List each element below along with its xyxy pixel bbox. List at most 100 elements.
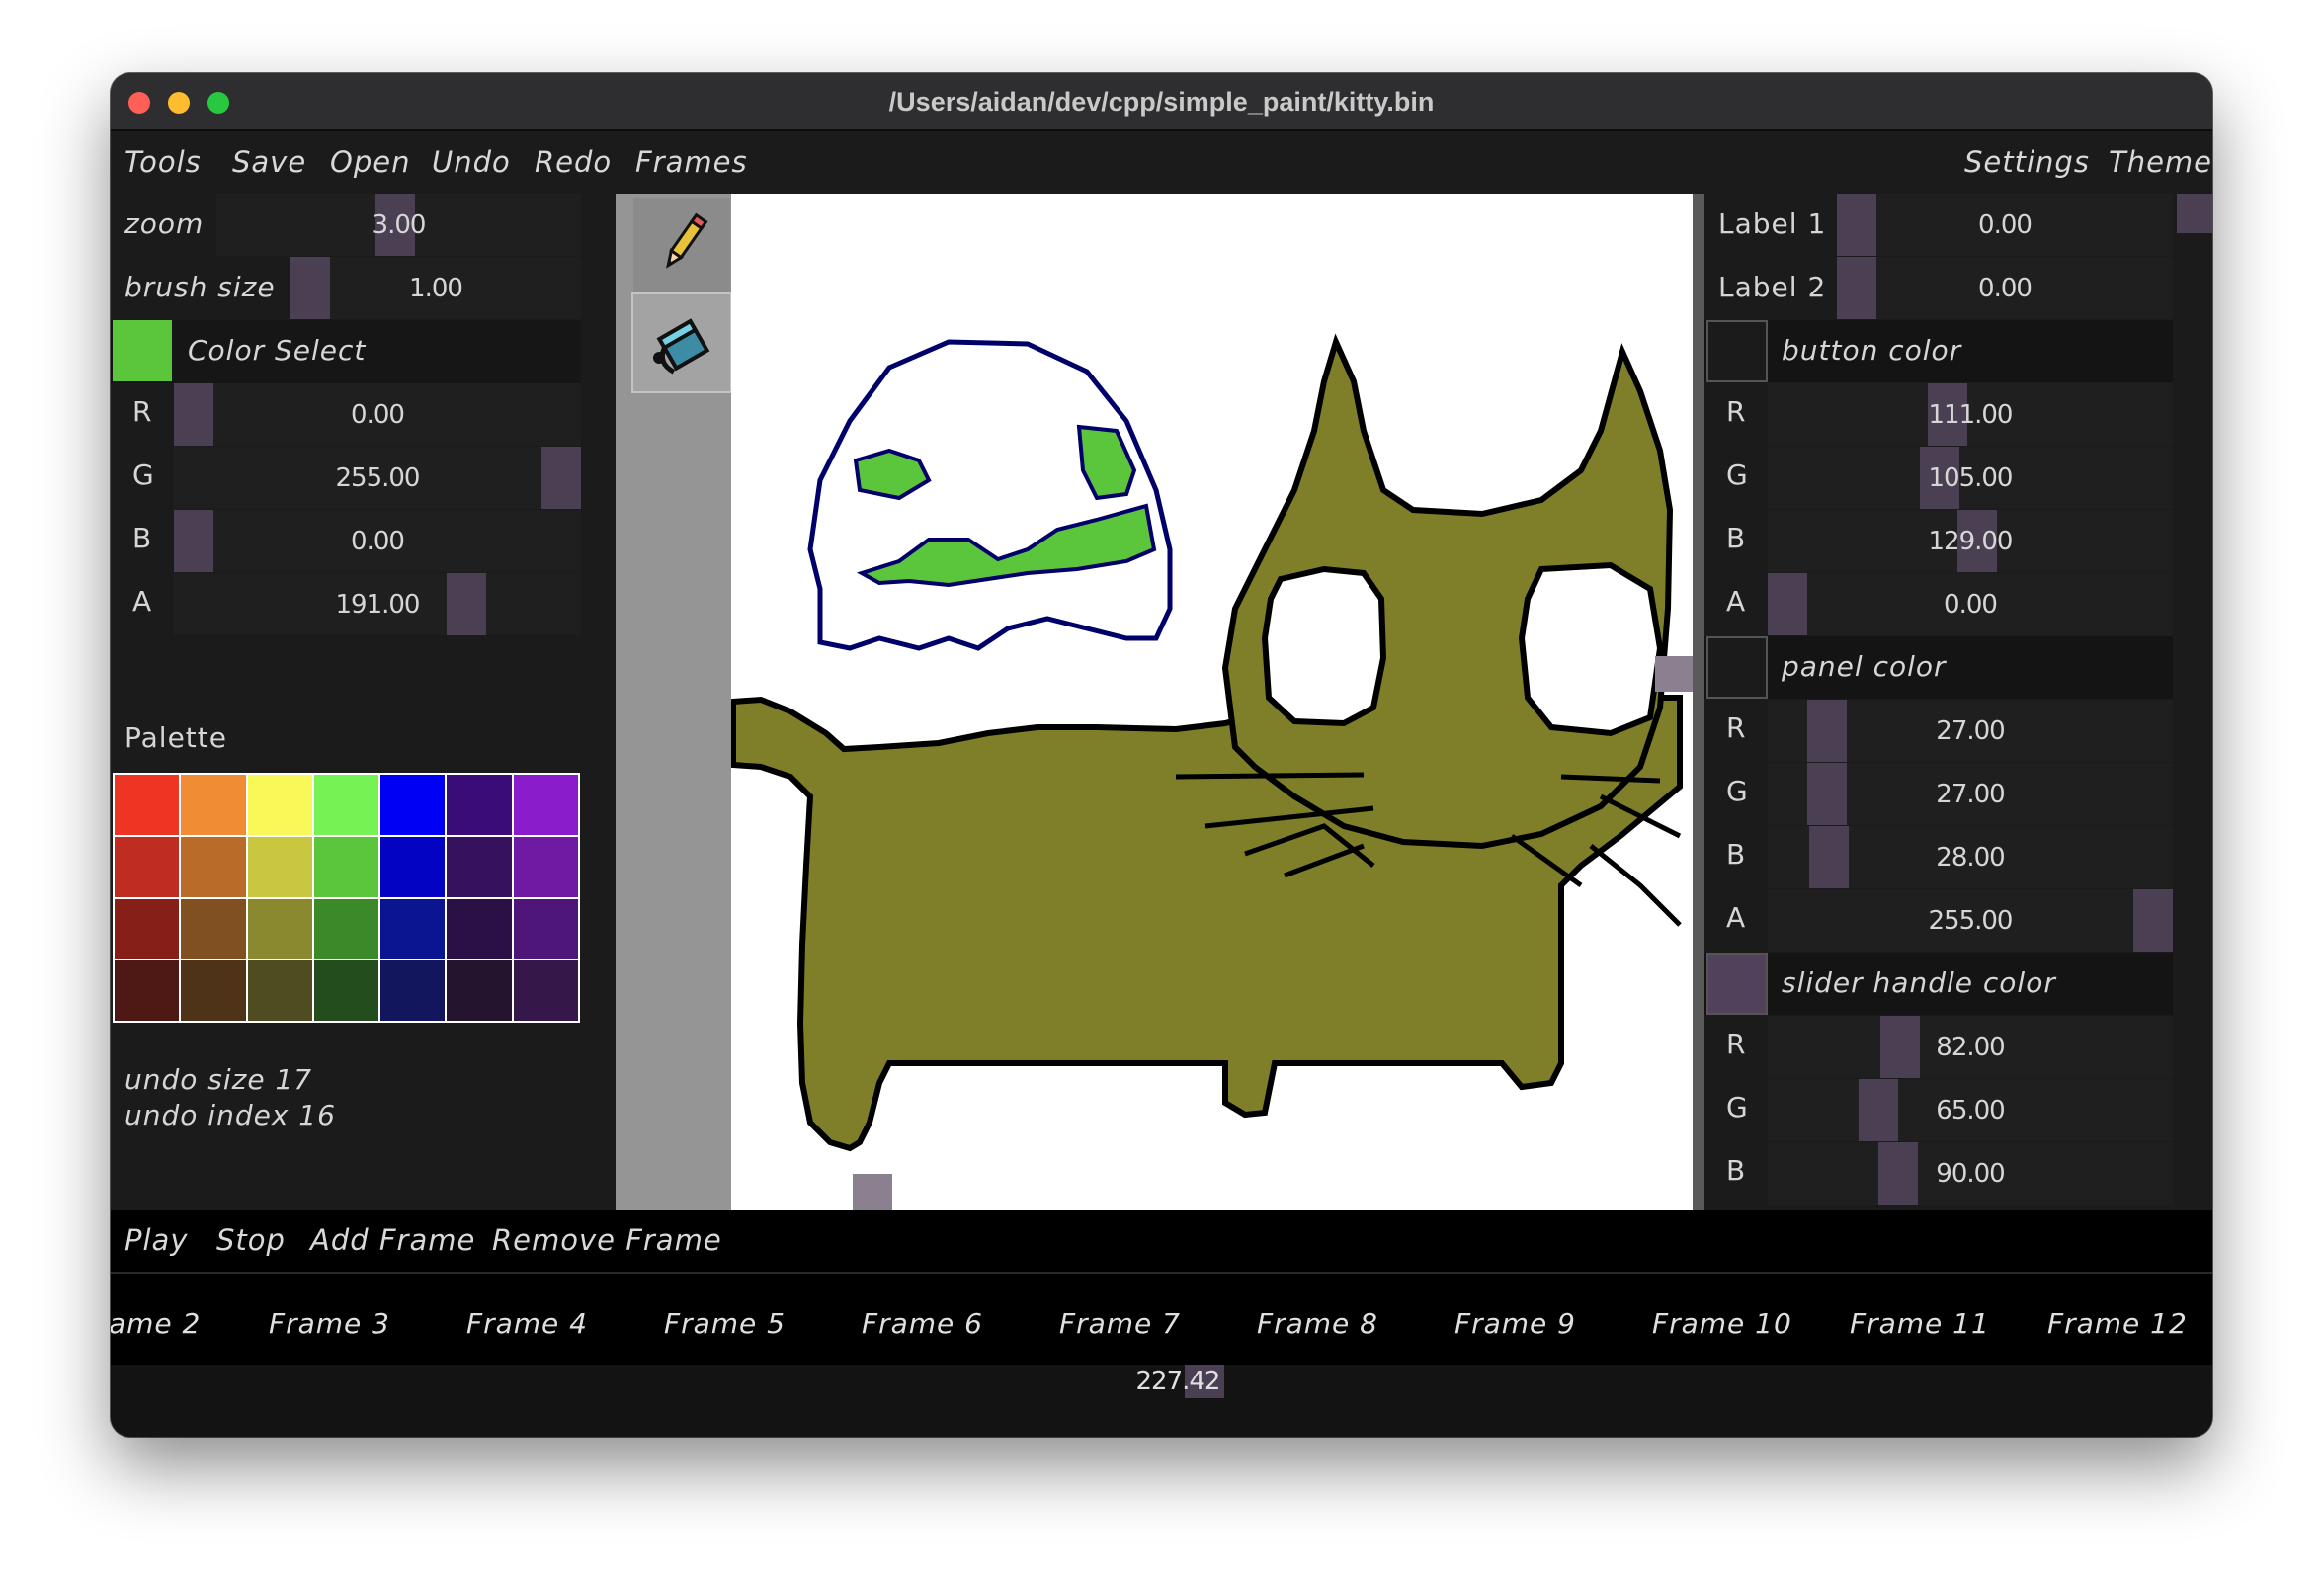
animation-bar: Play Stop Add Frame Remove Frame <box>111 1210 2212 1272</box>
handle-g-value: 65.00 <box>1936 1096 2005 1126</box>
palette-grid <box>113 773 580 1023</box>
channel-b-row: B 0.00 <box>111 510 581 573</box>
frame-item[interactable]: ame 2 <box>111 1307 201 1340</box>
handle-g-label: G <box>1726 1091 1749 1124</box>
left-panel: zoom 3.00 brush size 1.00 Color Select R… <box>111 194 581 1210</box>
frame-item[interactable]: Frame 9 <box>1454 1307 1576 1340</box>
panel-g-label: G <box>1726 775 1749 807</box>
button-a-label: A <box>1726 585 1747 618</box>
slider-handle-color-label: slider handle color <box>1782 966 2056 999</box>
palette-swatch[interactable] <box>380 775 446 835</box>
fill-tool-button[interactable] <box>631 292 732 393</box>
drawing-canvas[interactable] <box>731 194 1693 1210</box>
palette-swatch[interactable] <box>380 898 446 959</box>
label1-row: Label 1 0.00 <box>1704 194 2212 257</box>
palette-swatch[interactable] <box>181 960 246 1021</box>
stop-button[interactable]: Stop <box>216 1223 286 1257</box>
palette-swatch[interactable] <box>380 836 446 897</box>
menu-settings[interactable]: Settings <box>1964 145 2090 179</box>
right-panel-scroll-handle[interactable] <box>2177 194 2212 233</box>
panel-g-row: G 27.00 <box>1704 763 2175 826</box>
menu-save[interactable]: Save <box>232 145 306 179</box>
canvas-vertical-scrollbar[interactable] <box>1693 194 1704 1210</box>
palette-swatch[interactable] <box>513 775 578 835</box>
palette-swatch[interactable] <box>115 898 180 959</box>
palette-swatch[interactable] <box>181 775 246 835</box>
frame-item[interactable]: Frame 11 <box>1850 1307 1990 1340</box>
color-select-row: Color Select <box>111 320 581 383</box>
palette-swatch[interactable] <box>313 898 379 959</box>
palette-swatch[interactable] <box>513 960 578 1021</box>
menu-open[interactable]: Open <box>330 145 410 179</box>
menu-frames[interactable]: Frames <box>635 145 748 179</box>
palette-swatch[interactable] <box>447 775 512 835</box>
panel-r-row: R 27.00 <box>1704 700 2175 763</box>
frame-item[interactable]: Frame 10 <box>1652 1307 1792 1340</box>
button-r-value: 111.00 <box>1928 400 2014 430</box>
menu-theme[interactable]: Theme <box>2109 145 2212 179</box>
panel-color-swatch[interactable] <box>1706 636 1768 699</box>
palette-swatch[interactable] <box>447 836 512 897</box>
channel-a-label: A <box>132 585 153 618</box>
frame-item[interactable]: Frame 3 <box>269 1307 390 1340</box>
bucket-icon <box>653 318 710 375</box>
frame-item[interactable]: Frame 5 <box>664 1307 786 1340</box>
pencil-tool-button[interactable] <box>633 198 730 294</box>
canvas-scroll-handle[interactable] <box>1655 656 1693 692</box>
frame-item[interactable]: Frame 4 <box>466 1307 588 1340</box>
palette-swatch[interactable] <box>247 775 312 835</box>
canvas-drawing <box>731 333 1683 1152</box>
palette-swatch[interactable] <box>115 775 180 835</box>
palette-swatch[interactable] <box>380 960 446 1021</box>
label2-row: Label 2 0.00 <box>1704 257 2212 320</box>
channel-g-row: G 255.00 <box>111 447 581 510</box>
label1-label: Label 1 <box>1718 208 1827 240</box>
palette-swatch[interactable] <box>513 836 578 897</box>
color-select-swatch[interactable] <box>113 320 172 381</box>
palette-swatch[interactable] <box>181 898 246 959</box>
channel-g-value: 255.00 <box>335 463 421 493</box>
remove-frame-button[interactable]: Remove Frame <box>492 1223 722 1257</box>
palette-swatch[interactable] <box>313 775 379 835</box>
handle-b-value: 90.00 <box>1936 1159 2005 1189</box>
frame-item[interactable]: Frame 6 <box>862 1307 983 1340</box>
palette-swatch[interactable] <box>447 898 512 959</box>
channel-g-label: G <box>132 459 155 491</box>
undo-index-text: undo index 16 <box>124 1099 336 1131</box>
palette-swatch[interactable] <box>247 898 312 959</box>
play-button[interactable]: Play <box>124 1223 188 1257</box>
frame-item[interactable]: Frame 7 <box>1059 1307 1181 1340</box>
frame-scrubber[interactable]: 227.42 <box>111 1365 2212 1437</box>
palette-swatch[interactable] <box>247 960 312 1021</box>
button-color-swatch[interactable] <box>1706 320 1768 382</box>
panel-a-row: A 255.00 <box>1704 889 2175 953</box>
palette-swatch[interactable] <box>115 836 180 897</box>
palette-swatch[interactable] <box>447 960 512 1021</box>
palette-swatch[interactable] <box>181 836 246 897</box>
slider-handle-color-header: slider handle color <box>1704 953 2173 1015</box>
frame-item[interactable]: Frame 12 <box>2047 1307 2188 1340</box>
palette-label: Palette <box>124 721 227 754</box>
menu-redo[interactable]: Redo <box>535 145 612 179</box>
brush-size-label: brush size <box>124 271 276 303</box>
palette-swatch[interactable] <box>513 898 578 959</box>
frame-scrubber-value: 227.42 <box>1135 1367 1221 1396</box>
undo-size-text: undo size 17 <box>124 1063 313 1096</box>
palette-swatch[interactable] <box>313 960 379 1021</box>
menu-undo[interactable]: Undo <box>432 145 511 179</box>
palette-swatch[interactable] <box>313 836 379 897</box>
add-frame-button[interactable]: Add Frame <box>310 1223 475 1257</box>
palette-swatch[interactable] <box>115 960 180 1021</box>
zoom-row: zoom 3.00 <box>111 194 581 257</box>
button-r-label: R <box>1726 395 1747 428</box>
palette-swatch[interactable] <box>247 836 312 897</box>
frame-strip: ame 2 Frame 3 Frame 4 Frame 5 Frame 6 Fr… <box>111 1272 2212 1367</box>
label1-value: 0.00 <box>1978 210 2033 240</box>
slider-handle-color-swatch[interactable] <box>1706 953 1768 1015</box>
button-a-value: 0.00 <box>1944 590 1998 620</box>
menu-tools[interactable]: Tools <box>124 145 202 179</box>
panel-a-label: A <box>1726 901 1747 934</box>
handle-r-value: 82.00 <box>1936 1033 2005 1062</box>
frame-item[interactable]: Frame 8 <box>1257 1307 1378 1340</box>
canvas-horizontal-scroll-handle[interactable] <box>853 1174 892 1210</box>
